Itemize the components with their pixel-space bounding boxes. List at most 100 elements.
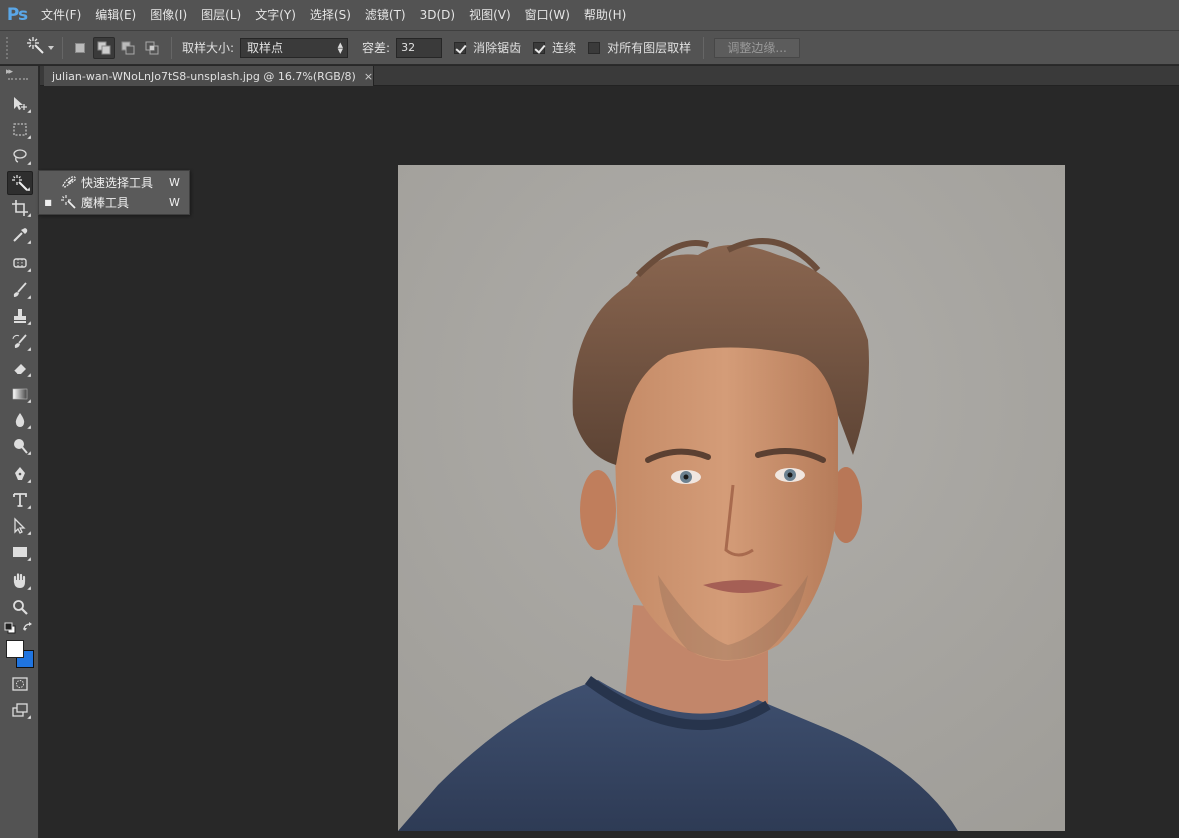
menu-edit[interactable]: 编辑(E) [88,0,143,30]
menu-help[interactable]: 帮助(H) [577,0,633,30]
selected-bullet-icon: ■ [44,197,52,207]
type-icon [13,493,27,507]
spot-healing-tool[interactable] [7,251,33,275]
eyedropper-icon [13,228,28,242]
updown-arrows-icon: ▲ ▼ [337,40,344,55]
magic-wand-tool[interactable] [7,171,33,195]
gradient-icon [12,388,28,400]
flyout-item-shortcut: W [169,175,180,189]
type-tool[interactable] [7,488,33,512]
dodge-icon [14,439,28,454]
rectangular-marquee-icon [13,123,27,136]
gradient-tool[interactable] [7,382,33,406]
document-tab[interactable]: julian-wan-WNoLnJo7tS8-unsplash.jpg @ 16… [44,66,374,86]
tools-panel-header[interactable]: ▸▸ [0,66,38,82]
magic-wand-icon [26,36,46,59]
path-selection-tool[interactable] [7,514,33,538]
move-tool[interactable] [7,92,33,116]
zoom-tool[interactable] [7,595,33,619]
options-bar-grip[interactable] [6,36,12,59]
divider [62,36,63,59]
contiguous-checkbox[interactable]: 连续 [533,39,576,56]
checkbox-checked-icon [533,41,546,54]
intersect-selection-button[interactable] [141,37,163,59]
screen-mode-button[interactable] [7,698,33,722]
collapse-panel-icon[interactable]: ▸▸ [6,67,13,77]
sample-size-label: 取样大小: [182,41,235,55]
tool-flyout-menu: 快速选择工具 W ■ 魔棒工具 W [38,170,190,215]
healing-brush-icon [13,258,27,268]
add-to-selection-button[interactable] [93,36,115,59]
screen-mode-icon [12,703,28,717]
menu-file[interactable]: 文件(F) [34,0,88,30]
dodge-tool[interactable] [7,434,33,458]
portrait-photo [398,165,1065,831]
pen-tool[interactable] [7,462,33,486]
tool-preset-picker[interactable] [16,35,56,61]
subtract-from-selection-button[interactable] [117,37,139,59]
divider [703,36,705,59]
sample-size-value: 取样点 [247,40,284,55]
flyout-item-label: 魔棒工具 [81,195,130,210]
eraser-icon [13,364,26,375]
tools-panel: ▸▸ [0,66,39,838]
blur-drop-icon [15,413,25,427]
anti-alias-checkbox[interactable]: 消除锯齿 [454,39,521,56]
history-brush-tool[interactable] [7,330,33,354]
zoom-icon [13,600,28,615]
eyedropper-tool[interactable] [7,223,33,247]
new-selection-button[interactable] [69,37,91,59]
hand-tool[interactable] [7,569,33,593]
eraser-tool[interactable] [7,356,33,380]
menu-type[interactable]: 文字(Y) [248,0,303,30]
sample-all-layers-checkbox[interactable]: 对所有图层取样 [588,39,691,56]
chevron-down-icon [48,45,54,50]
refine-edge-button[interactable]: 调整边缘... [714,37,801,58]
menu-window[interactable]: 窗口(W) [518,0,577,30]
menu-layer[interactable]: 图层(L) [194,0,248,30]
crop-tool[interactable] [7,196,33,220]
document-tab-title: julian-wan-WNoLnJo7tS8-unsplash.jpg @ 16… [52,69,356,83]
hand-icon [13,573,26,588]
lasso-tool[interactable] [7,144,33,168]
magic-wand-icon [57,194,81,210]
tolerance-input[interactable]: 32 [396,37,443,58]
menu-filter[interactable]: 滤镜(T) [358,0,413,30]
anti-alias-label: 消除锯齿 [473,41,522,55]
path-selection-icon [14,517,26,534]
blur-tool[interactable] [7,408,33,432]
close-icon[interactable]: × [364,70,373,83]
options-bar: 取样大小: 取样点 ▲ ▼ 容差: 32 消除锯齿 连续 对所有图层取样 调整边缘… [0,30,1179,65]
stamp-icon [14,309,26,323]
tolerance-label: 容差: [362,41,391,55]
foreground-color-swatch[interactable] [6,640,24,658]
clone-stamp-tool[interactable] [7,304,33,328]
quick-mask-button[interactable] [7,672,33,696]
marquee-tool[interactable] [7,118,33,142]
menu-select[interactable]: 选择(S) [303,0,358,30]
default-colors-icon[interactable] [4,622,16,634]
image-canvas[interactable] [398,165,1065,831]
brush-icon [13,282,27,297]
menu-view[interactable]: 视图(V) [462,0,518,30]
quick-mask-icon [12,677,28,691]
photoshop-logo: Ps [6,5,28,25]
swap-colors-icon[interactable] [22,621,34,633]
rectangle-shape-icon [13,547,27,557]
sample-size-select[interactable]: 取样点 ▲ ▼ [240,37,349,58]
pen-icon [15,467,25,480]
brush-tool[interactable] [7,278,33,302]
menu-image[interactable]: 图像(I) [143,0,194,30]
move-icon [14,97,27,110]
menu-3d[interactable]: 3D(D) [413,0,462,30]
sample-all-layers-label: 对所有图层取样 [607,41,692,55]
contiguous-label: 连续 [552,41,577,55]
flyout-item-quick-selection[interactable]: 快速选择工具 W [39,172,189,192]
panel-grip [8,78,28,81]
flyout-item-magic-wand[interactable]: ■ 魔棒工具 W [39,192,189,212]
crop-icon [12,200,28,216]
document-tab-strip: julian-wan-WNoLnJo7tS8-unsplash.jpg @ 16… [40,66,1179,86]
lasso-icon [13,149,27,163]
rectangle-tool[interactable] [7,540,33,564]
checkbox-unchecked-icon [588,41,601,54]
